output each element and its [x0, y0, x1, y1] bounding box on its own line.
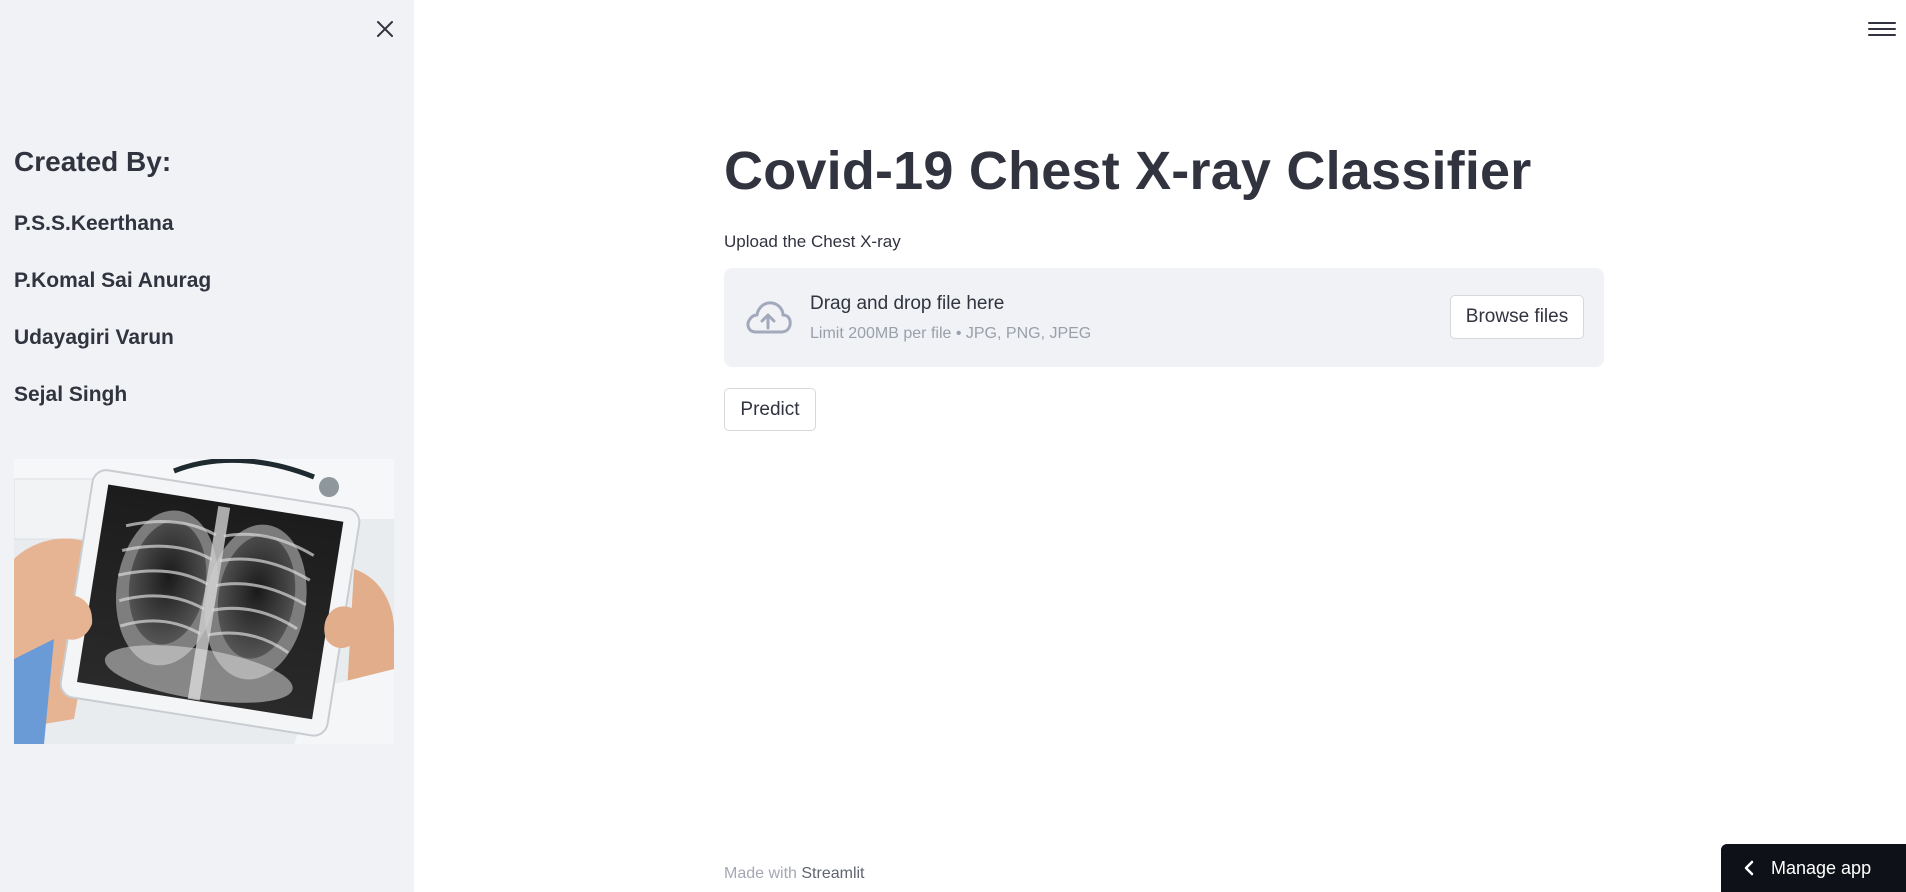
- footer: Made with Streamlit: [724, 865, 865, 883]
- member-name: Sejal Singh: [14, 383, 128, 406]
- hamburger-menu-icon: [1868, 22, 1896, 24]
- chevron-left-icon: [1744, 860, 1754, 876]
- hamburger-menu-icon: [1868, 28, 1896, 30]
- upload-label: Upload the Chest X-ray: [724, 232, 901, 251]
- hamburger-menu-icon: [1868, 34, 1896, 36]
- member-name: P.Komal Sai Anurag: [14, 269, 212, 292]
- manage-app-button[interactable]: Manage app: [1721, 844, 1906, 892]
- app-root: Created By: P.S.S.Keerthana P.Komal Sai …: [0, 0, 1906, 892]
- sidebar-heading: Created By:: [14, 146, 172, 177]
- manage-app-label: Manage app: [1771, 857, 1872, 878]
- footer-prefix: Made with: [724, 865, 802, 882]
- chest-xray-tablet-image: [14, 459, 394, 744]
- footer-brand-link[interactable]: Streamlit: [801, 865, 864, 882]
- close-sidebar-button[interactable]: [370, 14, 400, 44]
- member-name: Udayagiri Varun: [14, 326, 174, 349]
- browse-files-button[interactable]: Browse files: [1450, 295, 1584, 339]
- file-dropzone[interactable]: Drag and drop file here Limit 200MB per …: [724, 268, 1604, 367]
- member-name: P.S.S.Keerthana: [14, 212, 174, 235]
- sidebar: Created By: P.S.S.Keerthana P.Komal Sai …: [0, 0, 414, 892]
- dropzone-limit: Limit 200MB per file • JPG, PNG, JPEG: [810, 325, 1092, 342]
- main-menu-button[interactable]: [1868, 16, 1896, 42]
- predict-button[interactable]: Predict: [724, 388, 816, 431]
- close-icon: [377, 21, 393, 37]
- dropzone-title: Drag and drop file here: [810, 293, 1005, 314]
- cloud-upload-icon: [746, 301, 792, 334]
- page-title: Covid-19 Chest X-ray Classifier: [724, 141, 1532, 201]
